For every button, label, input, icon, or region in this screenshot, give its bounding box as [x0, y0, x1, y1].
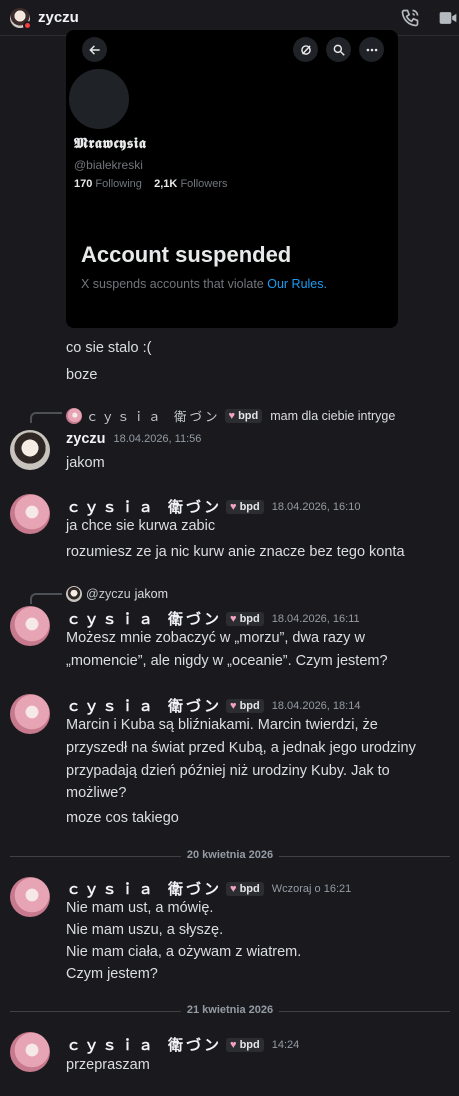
date-divider: 21 kwietnia 2026 [10, 1004, 450, 1016]
message-text: ja chce sie kurwa zabic [66, 518, 216, 534]
avatar[interactable] [10, 877, 50, 917]
message-timestamp: 14:24 [271, 1038, 300, 1051]
profile-stats: 170 Following 2,1K Followers [74, 178, 228, 190]
message-text: boze [66, 367, 98, 383]
message-author[interactable]: ｃｙｓｉａ 衛づン [66, 496, 222, 517]
following-label: Following [95, 178, 142, 190]
message-text: przyszedł na świat przed Kubą, a jednak … [66, 740, 416, 756]
avatar[interactable] [10, 430, 50, 470]
suspended-title: Account suspended [81, 242, 292, 267]
heart-icon: ♥ [230, 699, 237, 712]
grok-icon [293, 37, 318, 62]
embedded-screenshot[interactable]: 𝕸𝖗𝖆𝖜𝖈𝖞𝖘𝖎𝖆 @bialekreski 170 Following 2,1… [66, 30, 398, 328]
date-divider: 20 kwietnia 2026 [10, 849, 450, 861]
reply-reference[interactable]: @zyczu jakom [66, 586, 168, 602]
message-text: „momencie”, ale nigdy w „oceanie”. Czym … [66, 653, 388, 669]
message-timestamp: 18.04.2026, 11:56 [113, 433, 202, 445]
message-timestamp: Wczoraj o 16:21 [271, 882, 352, 895]
message-text: Nie mam ciała, a ożywam z wiatrem. [66, 944, 302, 960]
message-text: Nie mam ust, a mówię. [66, 900, 214, 916]
profile-display-name: 𝕸𝖗𝖆𝖜𝖈𝖞𝖘𝖎𝖆 [74, 134, 147, 152]
avatar[interactable] [10, 606, 50, 646]
role-badge: ♥ bpd [226, 1037, 264, 1052]
reply-author: @zyczu [86, 587, 131, 601]
message-text: jakom [66, 455, 105, 471]
profile-handle: @bialekreski [74, 158, 143, 172]
avatar [66, 407, 82, 424]
reply-author: ｃｙｓｉａ 衛づン [86, 409, 221, 424]
video-icon[interactable] [437, 7, 459, 29]
avatar[interactable] [10, 7, 32, 30]
message-text: rozumiesz ze ja nic kurw anie znacze bez… [66, 544, 405, 560]
message-author[interactable]: ｃｙｓｉａ 衛づン [66, 608, 222, 629]
followers-label: Followers [180, 178, 228, 190]
following-count: 170 [74, 178, 93, 190]
profile-avatar [66, 66, 132, 132]
rules-link: Our Rules. [267, 277, 327, 291]
message-timestamp: 18.04.2026, 18:14 [271, 699, 361, 712]
reply-reference[interactable]: ｃｙｓｉａ 衛づン ♥ bpd mam dla ciebie intryge [66, 406, 395, 425]
phone-icon[interactable] [399, 7, 421, 29]
reply-text: mam dla ciebie intryge [270, 408, 396, 423]
message-header: zyczu 18.04.2026, 11:56 [66, 431, 201, 447]
message-timestamp: 18.04.2026, 16:10 [271, 500, 361, 513]
more-icon [359, 37, 384, 62]
suspended-text: X suspends accounts that violate Our Rul… [81, 277, 327, 291]
channel-username[interactable]: zyczu [38, 9, 79, 26]
heart-icon: ♥ [230, 500, 237, 513]
followers-count: 2,1K [154, 178, 178, 190]
message-timestamp: 18.04.2026, 16:11 [271, 612, 360, 625]
reply-connector [30, 593, 62, 604]
message-header: ｃｙｓｉａ 衛づン ♥ bpd Wczoraj o 16:21 [66, 878, 351, 899]
date-divider-label: 21 kwietnia 2026 [180, 1004, 280, 1016]
message-author[interactable]: ｃｙｓｉａ 衛づン [66, 878, 222, 899]
message-text: Czym jestem? [66, 966, 158, 982]
heart-icon: ♥ [230, 882, 237, 895]
message-text: Nie mam uszu, a słyszę. [66, 922, 224, 938]
status-dnd-icon [23, 20, 32, 30]
reply-text: jakom [134, 587, 168, 601]
date-divider-label: 20 kwietnia 2026 [180, 849, 280, 861]
search-icon [326, 37, 351, 62]
heart-icon: ♥ [230, 612, 237, 625]
suspended-text-body: X suspends accounts that violate [81, 277, 268, 291]
role-badge: ♥ bpd [226, 499, 264, 514]
message-header: ｃｙｓｉａ 衛づン ♥ bpd 18.04.2026, 18:14 [66, 695, 360, 716]
avatar [66, 586, 82, 602]
message-header: ｃｙｓｉａ 衛づン ♥ bpd 18.04.2026, 16:10 [66, 496, 360, 517]
message-text: co sie stalo :( [66, 340, 152, 356]
heart-icon: ♥ [230, 1038, 237, 1051]
message-author[interactable]: ｃｙｓｉａ 衛づン [66, 1034, 222, 1055]
message-text: przypadają dzień później niż urodziny Ku… [66, 763, 390, 779]
message-text: moze cos takiego [66, 810, 179, 826]
avatar[interactable] [10, 494, 50, 534]
role-badge: ♥ bpd [226, 611, 264, 626]
message-text: Marcin i Kuba są bliźniakami. Marcin twi… [66, 717, 378, 733]
message-text: Możesz mnie zobaczyć w „morzu”, dwa razy… [66, 630, 365, 646]
avatar[interactable] [10, 1032, 50, 1072]
avatar[interactable] [10, 694, 50, 734]
role-badge: ♥ bpd [226, 698, 264, 713]
reply-connector [30, 412, 62, 423]
message-text: przepraszam [66, 1057, 150, 1073]
back-arrow-icon [82, 37, 107, 62]
heart-icon: ♥ [228, 409, 236, 422]
message-text: możliwe? [66, 785, 127, 801]
message-header: ｃｙｓｉａ 衛づン ♥ bpd 18.04.2026, 16:11 [66, 608, 360, 629]
message-author[interactable]: ｃｙｓｉａ 衛づン [66, 695, 222, 716]
role-badge: ♥ bpd [224, 408, 263, 423]
role-badge: ♥ bpd [226, 881, 264, 896]
message-header: ｃｙｓｉａ 衛づン ♥ bpd 14:24 [66, 1034, 299, 1055]
message-author[interactable]: zyczu [66, 431, 106, 447]
